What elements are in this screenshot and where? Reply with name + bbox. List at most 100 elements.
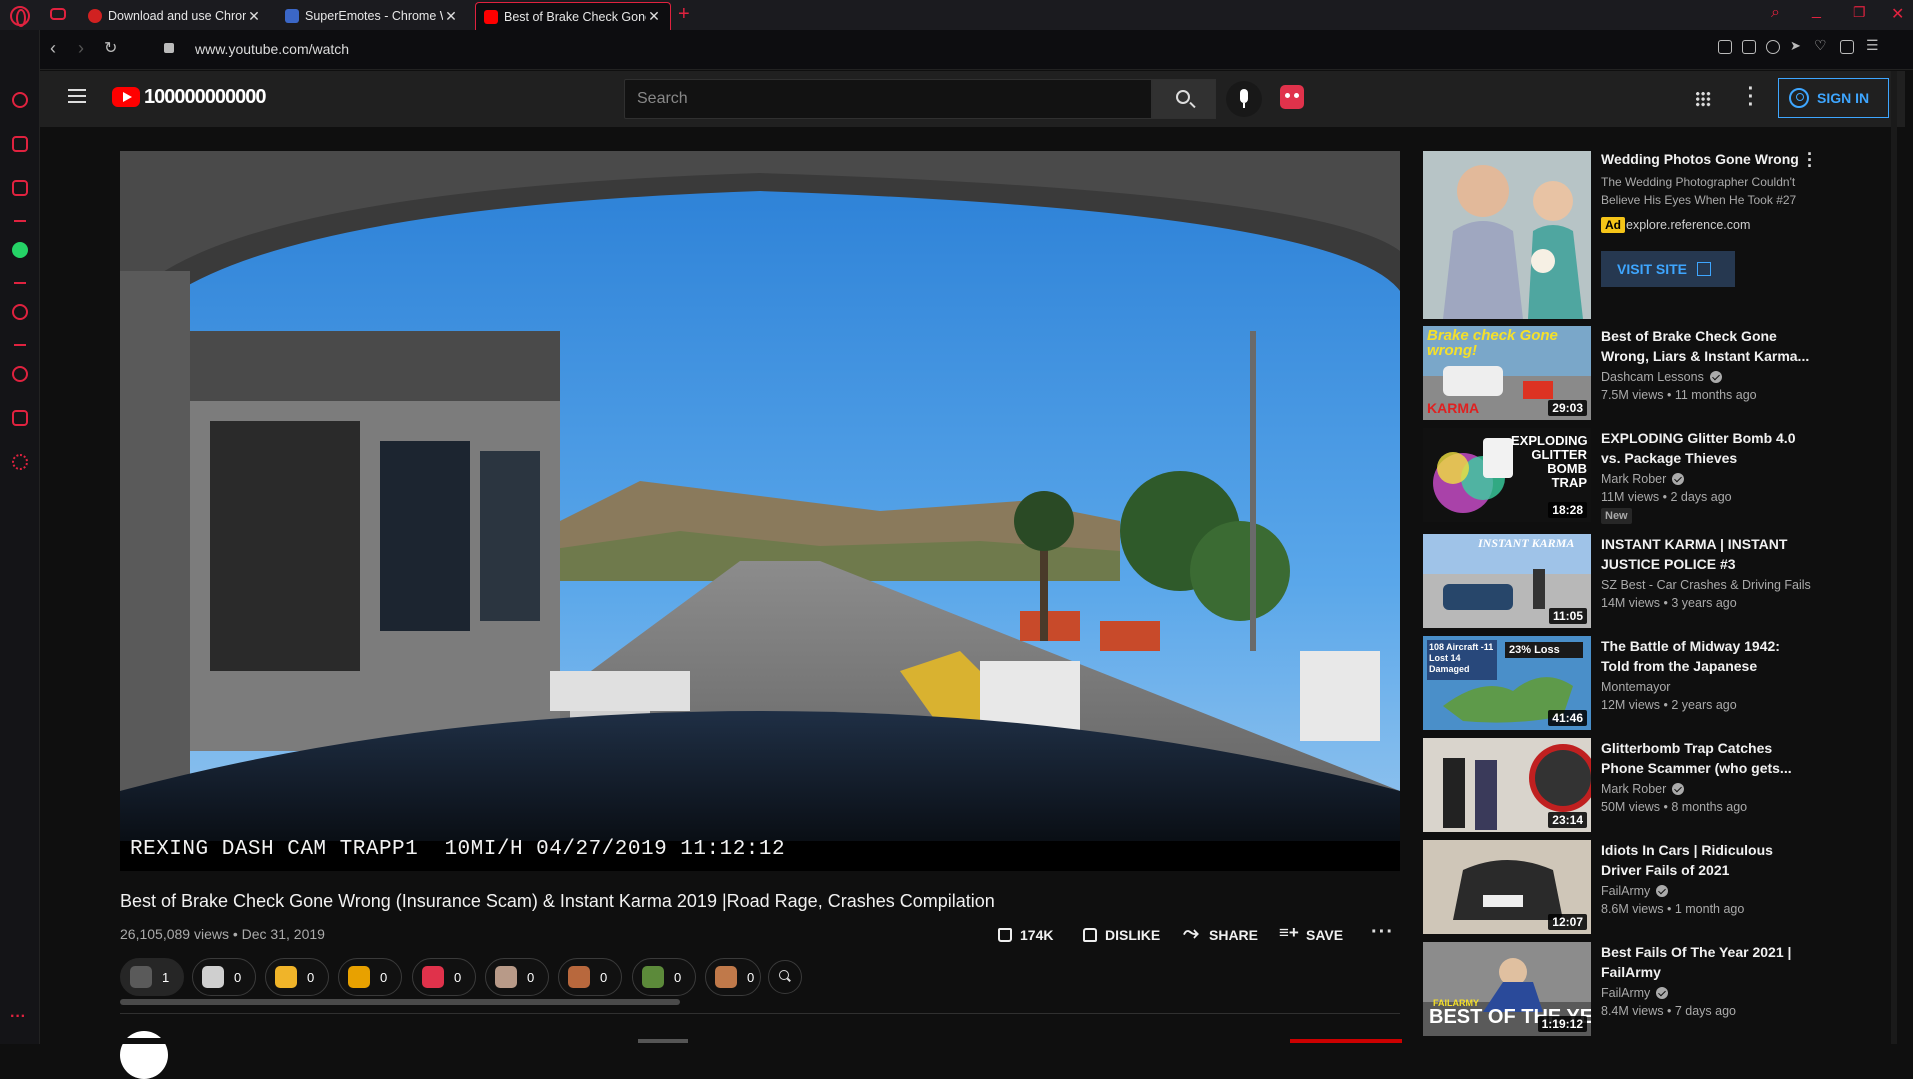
video-thumbnail[interactable]: 108 Aircraft -11 Lost 14 Damaged 23% Los…	[1423, 636, 1591, 730]
page-scrollbar[interactable]	[1891, 71, 1897, 1044]
forward-arrow-icon[interactable]: ›	[78, 38, 84, 59]
chrome-store-favicon-icon	[285, 9, 299, 23]
menu-hamburger-icon[interactable]	[68, 89, 86, 103]
url-field[interactable]: www.youtube.com/watch	[195, 41, 349, 57]
search-input[interactable]	[625, 80, 1151, 118]
speed-dial-icon[interactable]	[12, 92, 28, 108]
share-button[interactable]: SHARE	[1183, 922, 1258, 947]
video-duration: 29:03	[1548, 400, 1587, 416]
ad-thumbnail[interactable]	[1423, 151, 1591, 319]
channel-name[interactable]: Mark Rober	[1601, 472, 1685, 486]
emote-button[interactable]: 0	[485, 958, 549, 996]
video-title-link[interactable]: Best of Brake Check Gone Wrong, Liars & …	[1601, 326, 1811, 366]
close-icon[interactable]: ✕	[246, 8, 262, 25]
apps-grid-icon[interactable]	[1695, 91, 1711, 107]
close-icon[interactable]: ✕	[646, 8, 662, 25]
video-thumbnail[interactable]: 23:14	[1423, 738, 1591, 832]
channel-name[interactable]: Mark Rober	[1601, 782, 1685, 796]
reload-icon[interactable]: ↻	[104, 38, 117, 58]
ad-title[interactable]: Wedding Photos Gone Wrong	[1601, 151, 1799, 167]
emote-button[interactable]: 0	[192, 958, 256, 996]
emote-button[interactable]: 0	[632, 958, 696, 996]
twitch-icon[interactable]	[12, 180, 28, 196]
close-icon[interactable]: ✕	[443, 8, 459, 25]
emote-button[interactable]: 0	[338, 958, 402, 996]
video-thumbnail[interactable]: EXPLODING GLITTER BOMB TRAP 18:28	[1423, 428, 1591, 522]
snapshot-camera-icon[interactable]	[1742, 40, 1756, 54]
new-tab-plus-icon[interactable]: +	[678, 3, 690, 26]
channel-name[interactable]: FailArmy	[1601, 986, 1669, 1000]
emote-button[interactable]: 0	[412, 958, 476, 996]
youtube-logo-icon[interactable]	[112, 87, 140, 107]
thumbs-down-emoji-icon	[348, 966, 370, 988]
video-title-link[interactable]: Glitterbomb Trap Catches Phone Scammer (…	[1601, 738, 1811, 778]
video-title-link[interactable]: INSTANT KARMA | INSTANT JUSTICE POLICE #…	[1601, 534, 1811, 574]
address-bar: ‹ › ↻ www.youtube.com/watch ➤ ♡ ☰	[40, 30, 1913, 70]
tab-download-chrome[interactable]: Download and use Chrome ✕	[80, 2, 270, 30]
video-duration: 12:07	[1548, 914, 1587, 930]
bag-icon[interactable]	[12, 136, 28, 152]
emote-search-icon[interactable]	[768, 960, 802, 994]
thumbnail-text: Brake check Gone wrong!	[1427, 327, 1558, 359]
gamepad-icon[interactable]	[50, 8, 66, 20]
tab-youtube-video[interactable]: Best of Brake Check Gone W ✕	[475, 2, 671, 30]
channel-name[interactable]: Montemayor	[1601, 680, 1670, 694]
send-icon[interactable]: ➤	[1790, 38, 1804, 53]
history-icon[interactable]	[12, 366, 28, 382]
opera-favicon-icon	[88, 9, 102, 23]
video-thumbnail[interactable]: INSTANT KARMA 11:05	[1423, 534, 1591, 628]
sign-in-button[interactable]: SIGN IN	[1778, 78, 1889, 118]
video-title-link[interactable]: The Battle of Midway 1942: Told from the…	[1601, 636, 1811, 676]
easy-setup-icon[interactable]: ☰	[1866, 37, 1880, 53]
video-title-link[interactable]: Idiots In Cars | Ridiculous Driver Fails…	[1601, 840, 1811, 880]
sidebar-more-icon[interactable]: ···	[10, 1008, 26, 1026]
external-link-icon	[1697, 262, 1712, 276]
visit-site-button[interactable]: VISIT SITE	[1601, 251, 1735, 287]
lock-icon[interactable]	[164, 43, 174, 53]
divider	[120, 1013, 1400, 1014]
save-button[interactable]: SAVE	[1279, 923, 1343, 947]
heart-icon[interactable]: ♡	[1814, 37, 1828, 53]
opera-logo-icon[interactable]	[10, 6, 30, 27]
video-duration: 1:19:12	[1537, 1016, 1587, 1032]
close-window-icon[interactable]: ✕	[1891, 4, 1904, 24]
superemotes-robot-icon[interactable]	[1280, 85, 1304, 109]
like-button[interactable]: 174K	[998, 923, 1053, 947]
minimize-icon[interactable]: _	[1812, 2, 1821, 20]
extensions-cube-icon[interactable]	[12, 410, 28, 426]
adblock-icon[interactable]	[1766, 40, 1780, 54]
channel-name[interactable]: FailArmy	[1601, 884, 1669, 898]
player-icon[interactable]	[12, 304, 28, 320]
emote-button[interactable]: 1	[120, 958, 184, 996]
video-title-link[interactable]: EXPLODING Glitter Bomb 4.0 vs. Package T…	[1601, 428, 1811, 468]
emote-row-scrollbar[interactable]	[120, 999, 680, 1005]
channel-name[interactable]: SZ Best - Car Crashes & Driving Fails	[1601, 578, 1811, 592]
video-title-link[interactable]: Best Fails Of The Year 2021 | FailArmy	[1601, 942, 1811, 982]
emote-button[interactable]: 0	[558, 958, 622, 996]
whatsapp-icon[interactable]	[12, 242, 28, 258]
settings-more-icon[interactable]: · · ·	[1745, 79, 1757, 115]
video-frame	[120, 151, 1400, 871]
extensions-cube-icon[interactable]	[1840, 40, 1854, 54]
voice-search-button[interactable]	[1226, 81, 1262, 117]
emote-button[interactable]: 0	[265, 958, 329, 996]
back-arrow-icon[interactable]: ‹	[50, 38, 56, 59]
video-player[interactable]: REXING DASH CAM TRAPP1 10MI/H 04/27/2019…	[120, 151, 1400, 871]
youtube-logo-text[interactable]: 100000000000	[144, 86, 266, 109]
tab-superemotes[interactable]: SuperEmotes - Chrome We ✕	[277, 2, 467, 30]
subscribe-button-peek[interactable]	[1290, 1039, 1402, 1043]
settings-gear-icon[interactable]	[12, 454, 28, 470]
video-thumbnail[interactable]: FAILARMY BEST OF THE YEAR 1:19:12	[1423, 942, 1591, 1036]
youtube-page: 100000000000 ··· SIGN IN	[40, 71, 1905, 1079]
restore-icon[interactable]: ❐	[1853, 4, 1866, 21]
more-actions-icon[interactable]: ···	[1371, 921, 1394, 944]
ad-menu-icon[interactable]: · · ·	[1807, 145, 1813, 175]
search-button[interactable]	[1152, 79, 1216, 119]
share-page-icon[interactable]	[1718, 40, 1732, 54]
tab-search-icon[interactable]: ⌕	[1771, 4, 1780, 22]
video-thumbnail[interactable]: Brake check Gone wrong! KARMA 29:03	[1423, 326, 1591, 420]
video-thumbnail[interactable]: 12:07	[1423, 840, 1591, 934]
channel-name[interactable]: Dashcam Lessons	[1601, 370, 1722, 384]
dislike-button[interactable]: DISLIKE	[1083, 923, 1160, 947]
emote-button[interactable]: 0	[705, 958, 761, 996]
